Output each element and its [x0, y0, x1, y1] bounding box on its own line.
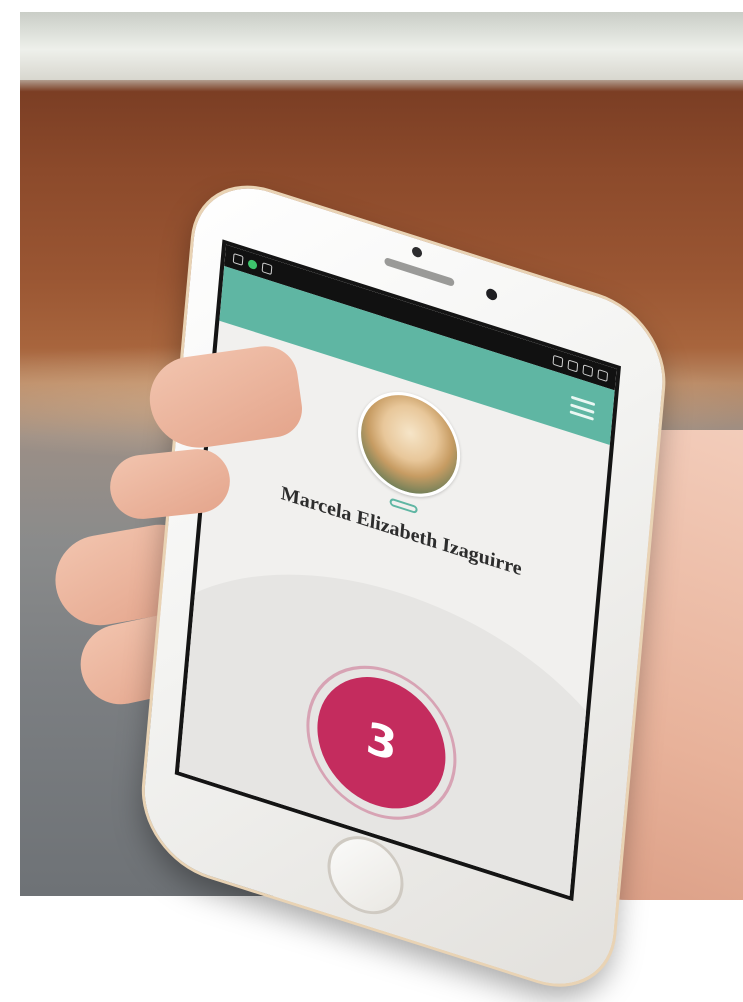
wifi-icon	[582, 364, 594, 378]
whatsapp-icon	[247, 258, 258, 270]
menu-icon[interactable]	[569, 395, 596, 421]
signal-icon	[261, 262, 273, 276]
press-button-count: 3	[364, 712, 399, 772]
avatar	[353, 378, 465, 511]
smartphone: Marcela Elizabeth Izaguirre 3	[138, 170, 669, 1002]
earpiece-speaker	[384, 256, 455, 287]
phone-screen: Marcela Elizabeth Izaguirre 3	[174, 239, 621, 902]
bluetooth-icon	[552, 354, 564, 368]
proximity-sensor	[485, 287, 498, 302]
notification-icon	[232, 252, 244, 266]
battery-icon	[597, 369, 609, 382]
alarm-icon	[567, 359, 579, 373]
background-window	[20, 12, 743, 80]
status-badge	[389, 497, 418, 515]
front-camera	[411, 245, 423, 259]
